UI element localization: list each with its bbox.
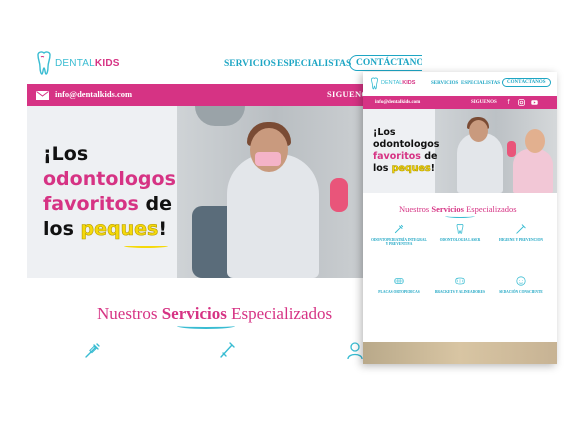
hero-word-los: los	[43, 218, 74, 240]
hero-photo-dentist	[457, 133, 503, 193]
hero-underline-decoration	[124, 244, 168, 248]
hero-word-peques: peques	[80, 218, 159, 241]
services-heading: Nuestros Servicios Especializados	[97, 304, 332, 324]
youtube-icon[interactable]	[531, 99, 538, 106]
hero-headline: ¡Los odontologos favoritos de los peques…	[43, 142, 213, 242]
hero-photo-dentist	[227, 154, 319, 278]
hero-line-4: los peques!	[43, 217, 213, 242]
nav-link-services[interactable]: SERVICIOS	[431, 81, 458, 86]
service-title: BRACKETS Y ALINEADORES	[434, 290, 486, 294]
hero-line-1: ¡Los	[43, 143, 89, 165]
specialists-section-photo	[363, 342, 557, 364]
sedation-icon	[516, 276, 526, 286]
hero-headline: ¡Los odontologos favoritos de los peques…	[373, 127, 443, 175]
services-heading-part-a: Nuestros	[97, 304, 158, 323]
contact-email[interactable]: info@dentalkids.com	[375, 100, 420, 105]
mail-icon	[36, 91, 49, 100]
services-underline-decoration	[177, 323, 235, 329]
service-card[interactable]: HIGIENE Y PREVENCION	[493, 223, 549, 242]
hero-photo-glove	[507, 141, 516, 157]
follow-label: SIGUENOS	[471, 99, 497, 105]
service-title: ODONTOPEDIATRÍA INTEGRAL Y PREVENTIVA	[371, 238, 427, 247]
hero-word-exclaim: !	[158, 218, 167, 240]
services-heading-part-a: Nuestros	[399, 204, 430, 214]
service-card[interactable]: ODONTOPEDIATRÍA INTEGRAL Y PREVENTIVA	[371, 223, 427, 247]
service-card[interactable]: BRACKETS Y ALINEADORES	[432, 275, 488, 294]
front-header: DENTALKIDS SERVICIOS ESPECIALISTAS CONTÁ…	[363, 72, 557, 96]
hero-word-favoritos: favoritos	[43, 193, 139, 215]
hero-line-2: odontologos	[43, 168, 176, 190]
services-heading-part-b: Servicios	[431, 204, 464, 214]
logo-text-part-b: KIDS	[94, 58, 120, 69]
hero-banner: ¡Los odontologos favoritos de los peques…	[363, 109, 557, 193]
service-title: ODONTOLOGIA LASER	[439, 238, 481, 242]
hero-word-de: de	[424, 151, 438, 162]
hero-word-de: de	[145, 193, 172, 215]
contact-bar: info@dentalkids.com SIGUENOS f	[363, 96, 557, 109]
hero-word-favoritos: favoritos	[373, 151, 421, 162]
tooth-laser-icon	[456, 224, 464, 234]
services-heading: Nuestros Servicios Especializados	[399, 204, 517, 214]
syringe-icon	[394, 224, 404, 234]
tooth-logo-icon	[37, 51, 51, 75]
nav-link-specialists[interactable]: ESPECIALISTAS	[461, 81, 500, 86]
logo-text-part-a: DENTAL	[381, 80, 403, 86]
hero-line-3: favoritos de	[43, 192, 213, 217]
facebook-icon[interactable]: f	[505, 99, 512, 106]
hero-word-peques: peques	[391, 163, 431, 175]
syringe-icon	[85, 343, 100, 358]
logo-text[interactable]: DENTALKIDS	[381, 80, 415, 86]
logo-text[interactable]: DENTALKIDS	[55, 58, 120, 69]
hero-photo-dentist-mask	[255, 152, 281, 166]
hero-photo-child-head	[525, 129, 545, 153]
hero-photo-glove	[330, 178, 348, 212]
logo-text-part-a: DENTAL	[55, 58, 95, 69]
service-title: PLACAS ORTOPEDICAS	[378, 290, 420, 294]
instagram-icon[interactable]	[518, 99, 525, 106]
service-title: SEDACIÓN CONSCIENTE	[499, 290, 543, 294]
nav-link-specialists[interactable]: ESPECIALISTAS	[277, 59, 351, 69]
hero-photo-child	[513, 149, 553, 193]
child-patient-icon	[347, 342, 363, 360]
service-card[interactable]: PLACAS ORTOPEDICAS	[371, 275, 427, 294]
hero-line-1: ¡Los	[373, 127, 396, 138]
hero-word-exclaim: !	[430, 163, 435, 174]
braces-icon	[394, 278, 404, 284]
service-title: HIGIENE Y PREVENCION	[498, 238, 544, 242]
tooth-brush-icon	[516, 224, 526, 234]
tooth-logo-icon	[371, 77, 378, 90]
services-heading-part-c: Especializados	[231, 304, 333, 323]
hero-photo-dentist-head	[469, 120, 488, 142]
front-page-mockup: DENTALKIDS SERVICIOS ESPECIALISTAS CONTÁ…	[363, 72, 557, 364]
services-heading-part-b: Servicios	[161, 304, 227, 323]
nav-button-contact[interactable]: CONTÁCTANOS	[349, 55, 422, 71]
nav-link-services[interactable]: SERVICIOS	[224, 59, 276, 69]
aligner-icon	[455, 277, 465, 285]
service-card[interactable]: ODONTOLOGIA LASER	[432, 223, 488, 242]
service-card[interactable]: SEDACIÓN CONSCIENTE	[493, 275, 549, 294]
dental-tool-icon	[220, 342, 235, 358]
hero-line-4: los peques!	[373, 163, 443, 175]
logo-text-part-b: KIDS	[402, 80, 416, 86]
hero-line-2: odontologos	[373, 139, 440, 150]
services-heading-part-c: Especializados	[466, 204, 517, 214]
hero-line-3: favoritos de	[373, 151, 443, 163]
contact-email[interactable]: info@dentalkids.com	[55, 89, 132, 99]
services-underline-decoration	[445, 214, 475, 218]
nav-button-contact[interactable]: CONTÁCTANOS	[502, 78, 551, 87]
hero-word-los: los	[373, 163, 389, 174]
